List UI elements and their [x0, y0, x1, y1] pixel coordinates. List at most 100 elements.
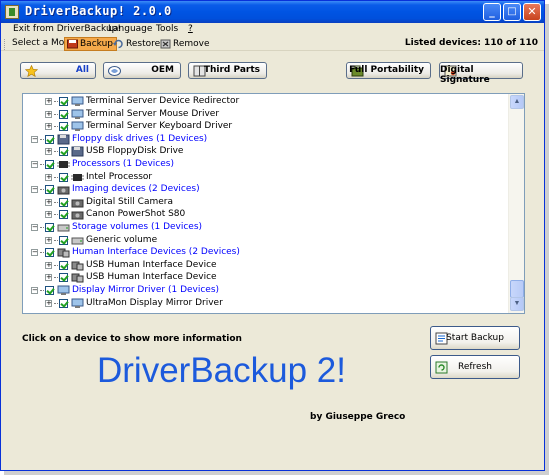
hid-icon	[57, 248, 70, 258]
tree-connector	[54, 126, 58, 128]
device-checkbox[interactable]	[59, 273, 68, 283]
scroll-thumb[interactable]	[510, 280, 524, 298]
device-checkbox[interactable]	[45, 185, 54, 195]
toolbar-grip[interactable]	[4, 39, 7, 50]
digital-signature-label: Digital Signature	[440, 65, 490, 85]
start-backup-button[interactable]: Start Backup	[430, 326, 520, 350]
tree-device-row[interactable]: + USB Human Interface Device	[23, 271, 508, 284]
device-checkbox[interactable]	[45, 223, 54, 232]
expand-toggle[interactable]: −	[31, 186, 38, 194]
backup-label: Backup	[80, 39, 113, 49]
full-portability-button[interactable]: Full Portability	[346, 62, 431, 79]
tree-device-row[interactable]: + USB Human Interface Device	[23, 259, 508, 272]
expand-toggle[interactable]: +	[45, 98, 52, 105]
device-checkbox[interactable]	[59, 197, 68, 207]
backup-mode-button[interactable]: Backup	[64, 37, 117, 51]
refresh-label: Refresh	[458, 362, 492, 372]
window-shadow-bottom	[4, 471, 549, 475]
refresh-button[interactable]: Refresh	[430, 355, 520, 379]
device-checkbox[interactable]	[59, 172, 68, 182]
remove-mode-button[interactable]: Remove	[158, 37, 213, 51]
tree-category-row[interactable]: − Processors (1 Devices)	[23, 158, 508, 171]
filter-oem-button[interactable]: OEM	[103, 62, 181, 79]
expand-toggle[interactable]: +	[45, 198, 52, 206]
hid-icon	[71, 273, 84, 283]
scroll-up-arrow[interactable]: ▲	[510, 95, 524, 109]
device-checkbox[interactable]	[45, 248, 54, 258]
filter-oem-label: OEM	[151, 65, 174, 75]
device-checkbox[interactable]	[59, 147, 68, 157]
expand-toggle[interactable]: −	[31, 287, 38, 294]
expand-toggle[interactable]: −	[31, 224, 38, 231]
device-checkbox[interactable]	[59, 122, 68, 132]
device-checkbox[interactable]	[59, 235, 68, 245]
tree-connector	[40, 290, 44, 291]
tree-connector	[54, 302, 58, 304]
window-title: DriverBackup! 2.0.0	[25, 4, 172, 18]
tree-category-row[interactable]: − Floppy disk drives (1 Devices)	[23, 133, 508, 146]
device-checkbox[interactable]	[59, 298, 68, 308]
category-label: Floppy disk drives (1 Devices)	[72, 133, 208, 144]
expand-toggle[interactable]: +	[45, 148, 52, 156]
hid-icon	[71, 261, 84, 271]
tree-device-row[interactable]: + Terminal Server Mouse Driver	[23, 108, 508, 121]
menu-tools[interactable]: Tools	[156, 24, 178, 34]
window-shadow-right	[545, 4, 549, 475]
menu-exit[interactable]: Exit from DriverBackup!	[13, 24, 121, 34]
remove-icon	[160, 39, 171, 49]
expand-toggle[interactable]: −	[31, 249, 38, 257]
tree-category-row[interactable]: − Storage volumes (1 Devices)	[23, 221, 508, 234]
drive-icon	[57, 224, 70, 232]
tree-connector	[40, 252, 44, 254]
tree-device-row[interactable]: + Intel Processor	[23, 171, 508, 184]
start-backup-label: Start Backup	[446, 333, 504, 343]
restore-label: Restore	[126, 39, 161, 49]
device-checkbox[interactable]	[59, 260, 68, 270]
camera-icon	[71, 199, 84, 208]
menu-help[interactable]: ?	[188, 24, 193, 34]
tree-device-row[interactable]: + Digital Still Camera	[23, 196, 508, 209]
app-window: DriverBackup! 2.0.0 _ □ ✕ Exit from Driv…	[0, 0, 545, 471]
device-checkbox[interactable]	[45, 286, 54, 295]
device-tree[interactable]: ▲ ▼ + Terminal Server Device Redirector + T…	[22, 93, 525, 314]
expand-toggle[interactable]: +	[45, 261, 52, 269]
tree-device-row[interactable]: + Canon PowerShot S80	[23, 208, 508, 221]
tree-device-row[interactable]: + Terminal Server Keyboard Driver	[23, 120, 508, 133]
device-checkbox[interactable]	[59, 210, 68, 220]
expand-toggle[interactable]: +	[45, 123, 52, 131]
tree-connector	[54, 101, 58, 102]
expand-toggle[interactable]: −	[31, 161, 38, 168]
minimize-button[interactable]: _	[483, 3, 501, 21]
expand-toggle[interactable]: +	[45, 236, 52, 244]
tree-category-row[interactable]: − Human Interface Devices (2 Devices)	[23, 246, 508, 259]
tree-device-row[interactable]: + Generic volume	[23, 234, 508, 247]
tree-device-row[interactable]: + Terminal Server Device Redirector	[23, 95, 508, 108]
tree-scrollbar[interactable]: ▲ ▼	[508, 94, 524, 313]
tree-category-row[interactable]: − Display Mirror Driver (1 Devices)	[23, 284, 508, 297]
menu-language[interactable]: Language	[108, 24, 152, 34]
title-bar[interactable]: DriverBackup! 2.0.0 _ □ ✕	[1, 1, 544, 23]
device-checkbox[interactable]	[45, 134, 54, 144]
maximize-button[interactable]: □	[503, 3, 521, 21]
expand-toggle[interactable]: +	[45, 110, 52, 118]
close-button[interactable]: ✕	[523, 3, 541, 21]
expand-toggle[interactable]: +	[45, 299, 52, 307]
restore-mode-button[interactable]: Restore	[111, 37, 163, 51]
expand-toggle[interactable]: −	[31, 135, 38, 143]
expand-toggle[interactable]: +	[45, 274, 52, 282]
expand-toggle[interactable]: +	[45, 173, 52, 181]
device-checkbox[interactable]	[45, 160, 54, 169]
scroll-down-arrow[interactable]: ▼	[510, 297, 524, 311]
expand-toggle[interactable]: +	[45, 211, 52, 219]
filter-all-label: All	[75, 65, 89, 75]
filter-third-parts-button[interactable]: Third Parts	[188, 62, 267, 79]
tree-device-row[interactable]: + UltraMon Display Mirror Driver	[23, 297, 508, 310]
device-label: UltraMon Display Mirror Driver	[86, 297, 223, 308]
device-checkbox[interactable]	[59, 97, 68, 106]
tree-category-row[interactable]: − Imaging devices (2 Devices)	[23, 183, 508, 196]
tree-device-row[interactable]: + USB FloppyDisk Drive	[23, 145, 508, 158]
digital-signature-button[interactable]: Digital Signature	[439, 62, 523, 85]
filter-all-button[interactable]: All	[20, 62, 96, 79]
device-checkbox[interactable]	[59, 109, 68, 119]
device-label: Intel Processor	[86, 171, 153, 182]
